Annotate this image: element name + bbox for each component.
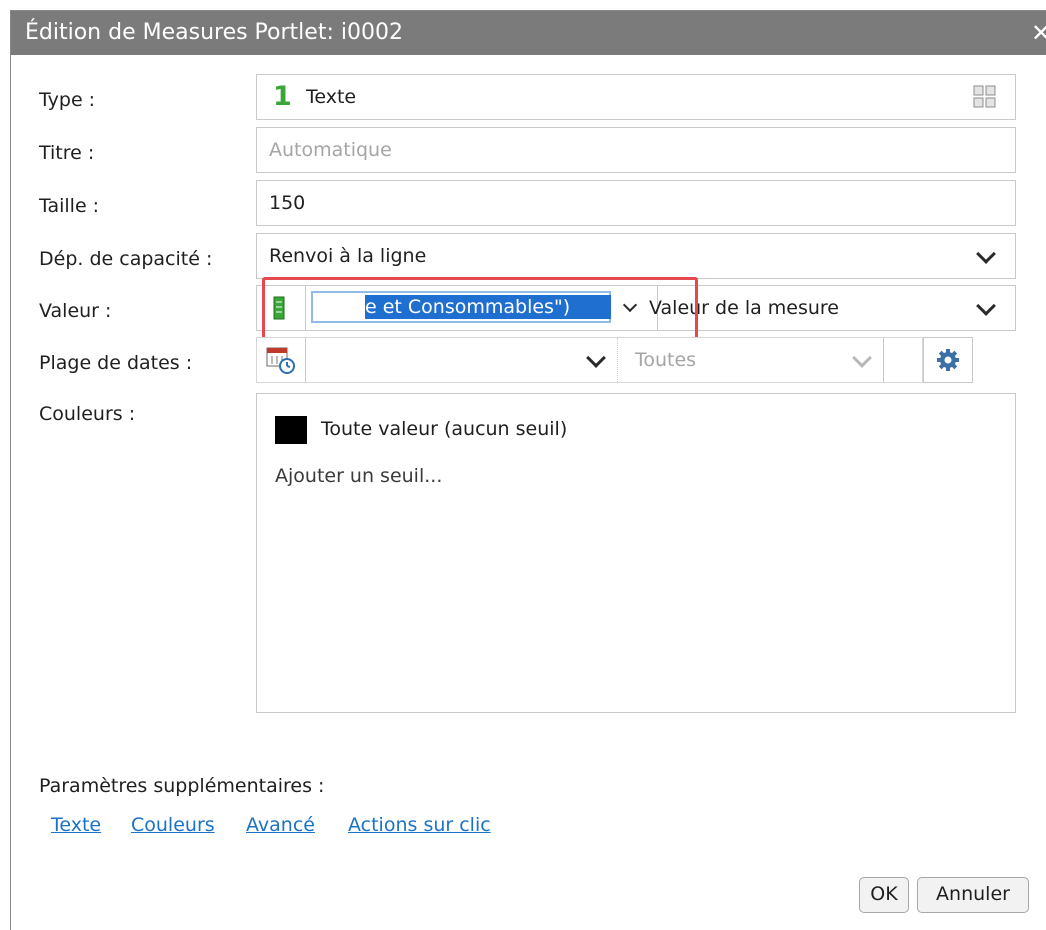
link-texte[interactable]: Texte xyxy=(51,814,101,836)
add-threshold-link[interactable]: Ajouter un seuil... xyxy=(275,465,442,487)
taille-value: 150 xyxy=(269,192,306,214)
titre-label: Titre : xyxy=(39,142,95,164)
gear-icon xyxy=(937,349,959,371)
close-icon[interactable]: ✕ xyxy=(1031,11,1046,55)
plage-range-value[interactable]: Toutes xyxy=(635,349,696,371)
chevron-down-icon[interactable] xyxy=(976,244,996,264)
couleurs-label: Couleurs : xyxy=(39,403,136,425)
valeur-row: e et Consommables") Valeur de la mesure xyxy=(256,285,1016,331)
chevron-down-icon[interactable] xyxy=(586,348,606,368)
color-swatch[interactable] xyxy=(275,416,307,444)
cancel-button[interactable]: Annuler xyxy=(917,877,1029,913)
plage-dates-row: Toutes xyxy=(256,337,923,383)
valeur-label: Valeur : xyxy=(39,300,112,322)
plage-dates-select[interactable] xyxy=(307,338,618,382)
dep-capacite-select[interactable]: Renvoi à la ligne xyxy=(256,233,1016,279)
valeur-measure-select[interactable]: e et Consommables") xyxy=(307,286,658,330)
taille-label: Taille : xyxy=(39,195,100,217)
type-label: Type : xyxy=(39,89,96,111)
chevron-down-icon[interactable] xyxy=(622,297,638,313)
dep-capacite-label: Dép. de capacité : xyxy=(39,248,213,270)
grid-icon[interactable] xyxy=(973,85,997,109)
titre-input[interactable]: Automatique xyxy=(256,127,1016,173)
measure-icon xyxy=(273,296,285,320)
dep-capacite-value: Renvoi à la ligne xyxy=(269,245,427,267)
selected-text: e et Consommables") xyxy=(365,295,611,319)
type-select[interactable]: 1 Texte xyxy=(256,74,1016,120)
measure-icon-cell[interactable] xyxy=(257,286,306,330)
link-couleurs[interactable]: Couleurs xyxy=(131,814,215,836)
link-actions-sur-clic[interactable]: Actions sur clic xyxy=(348,814,491,836)
couleurs-panel: Toute valeur (aucun seuil) Ajouter un se… xyxy=(256,393,1016,713)
dialog-titlebar[interactable]: Édition de Measures Portlet: i0002 ✕ xyxy=(11,11,1046,55)
chevron-down-icon[interactable] xyxy=(976,296,996,316)
link-avance[interactable]: Avancé xyxy=(246,814,315,836)
calendar-clock-icon xyxy=(266,347,295,374)
date-settings-button[interactable] xyxy=(923,337,973,383)
threshold-item[interactable]: Toute valeur (aucun seuil) xyxy=(321,418,567,440)
valeur-mode-value[interactable]: Valeur de la mesure xyxy=(649,297,839,319)
type-number: 1 xyxy=(273,81,292,112)
chevron-down-icon[interactable] xyxy=(852,348,872,368)
type-value: Texte xyxy=(306,86,357,108)
taille-input[interactable]: 150 xyxy=(256,180,1016,226)
extras-label: Paramètres supplémentaires : xyxy=(39,775,325,797)
divider xyxy=(883,338,884,382)
titre-placeholder: Automatique xyxy=(269,139,392,161)
dialog-title: Édition de Measures Portlet: i0002 xyxy=(25,20,403,45)
calendar-cell[interactable] xyxy=(257,338,306,382)
ok-button[interactable]: OK xyxy=(859,877,909,913)
valeur-measure-input[interactable]: e et Consommables") xyxy=(311,291,611,323)
plage-dates-label: Plage de dates : xyxy=(39,352,193,374)
edit-portlet-dialog: Édition de Measures Portlet: i0002 ✕ Typ… xyxy=(10,10,1046,930)
